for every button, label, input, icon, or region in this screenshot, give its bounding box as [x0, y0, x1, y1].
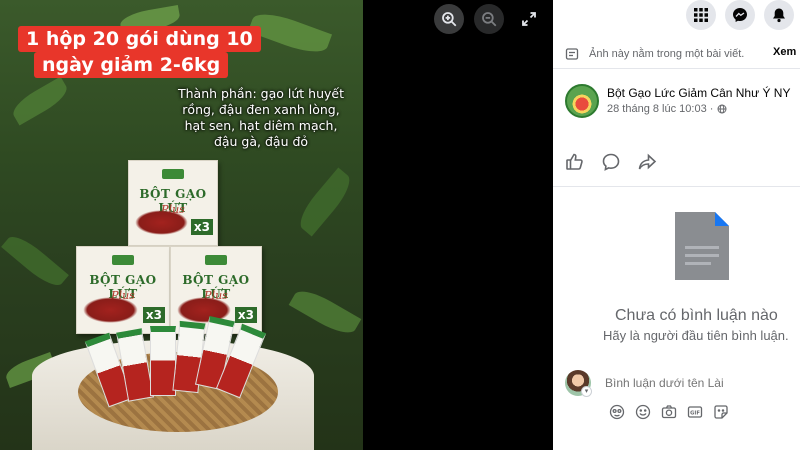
fullscreen-button[interactable]: [514, 4, 544, 34]
gif-icon[interactable]: GIF: [687, 404, 703, 420]
post-actions: [565, 152, 673, 172]
foliage-decoration: [293, 167, 357, 237]
globe-icon: [717, 104, 727, 114]
notifications-button[interactable]: [764, 0, 794, 30]
ingredients-caption: Thành phần: gạo lứt huyết rồng, đậu đen …: [178, 86, 344, 149]
post-timestamp: 28 tháng 8 lúc 10:03 ·: [607, 103, 727, 115]
camera-icon[interactable]: [661, 404, 677, 420]
top-bar: [553, 0, 800, 32]
post-time-text[interactable]: 28 tháng 8 lúc 10:03 ·: [607, 103, 713, 115]
zoom-out-button[interactable]: [474, 4, 504, 34]
zoom-in-icon: [442, 12, 457, 27]
page-avatar[interactable]: [565, 84, 599, 118]
divider: [553, 68, 800, 69]
product-photo[interactable]: 1 hộp 20 gói dùng 10 ngày giảm 2-6kg Thà…: [0, 0, 363, 450]
comment-tools: GIF: [609, 404, 739, 420]
comment-input[interactable]: [605, 376, 795, 390]
box-multiplier-badge: x3: [190, 219, 213, 235]
comment-composer: ▾: [565, 368, 800, 398]
photo-viewer: 1 hộp 20 gói dùng 10 ngày giảm 2-6kg Thà…: [0, 0, 553, 450]
post-author: Bột Gạo Lức Giảm Cân Như Ý NY 28 tháng 8…: [565, 82, 800, 122]
sticker-icon[interactable]: [713, 404, 729, 420]
fullscreen-icon: [522, 12, 536, 26]
brand-logo: [112, 255, 134, 265]
post-note: Ảnh này nằm trong một bài viết.: [565, 44, 800, 64]
like-icon[interactable]: [565, 152, 585, 172]
zoom-out-icon: [482, 12, 497, 27]
bell-icon: [773, 8, 785, 23]
foliage-decoration: [8, 76, 72, 126]
comment-icon[interactable]: [601, 152, 621, 172]
box-multiplier-badge: x3: [234, 307, 257, 323]
box-multiplier-badge: x3: [142, 307, 165, 323]
avatar-sticker-icon[interactable]: [609, 404, 625, 420]
brand-logo: [162, 169, 184, 179]
product-box-top: BỘT GẠO LỨT Plus x3: [128, 160, 218, 246]
empty-comments-subtitle: Hãy là người đầu tiên bình luận.: [603, 328, 789, 343]
menu-button[interactable]: [686, 0, 716, 30]
empty-comments-title: Chưa có bình luận nào: [615, 307, 778, 324]
photo-viewer-page: 1 hộp 20 gói dùng 10 ngày giảm 2-6kg Thà…: [0, 0, 800, 450]
avatar-dropdown-icon[interactable]: ▾: [581, 386, 592, 397]
document-icon: [675, 212, 729, 280]
rice-powder-image: [135, 209, 188, 235]
rice-powder-image: [83, 297, 139, 323]
brand-logo: [205, 255, 227, 265]
share-icon[interactable]: [637, 152, 657, 172]
see-more-link[interactable]: Xem b: [773, 46, 800, 58]
messenger-icon: [733, 8, 747, 22]
post-side-panel: Ảnh này nằm trong một bài viết. Xem b Bộ…: [553, 0, 800, 450]
zoom-in-button[interactable]: [434, 4, 464, 34]
emoji-icon[interactable]: [635, 404, 651, 420]
divider: [553, 186, 800, 187]
promo-caption-line1: 1 hộp 20 gói dùng 10: [18, 26, 261, 52]
foliage-decoration: [1, 230, 69, 292]
svg-text:GIF: GIF: [690, 410, 700, 416]
foliage-decoration: [288, 284, 362, 340]
post-note-text: Ảnh này nằm trong một bài viết.: [589, 48, 745, 60]
author-name[interactable]: Bột Gạo Lức Giảm Cân Như Ý NY: [607, 86, 790, 100]
post-note-icon: [565, 48, 579, 60]
messenger-button[interactable]: [725, 0, 755, 30]
product-box-left: BỘT GẠO LỨT Plus x3: [76, 246, 170, 334]
menu-grid-icon: [694, 8, 708, 22]
promo-caption-line2: ngày giảm 2-6kg: [34, 52, 229, 78]
